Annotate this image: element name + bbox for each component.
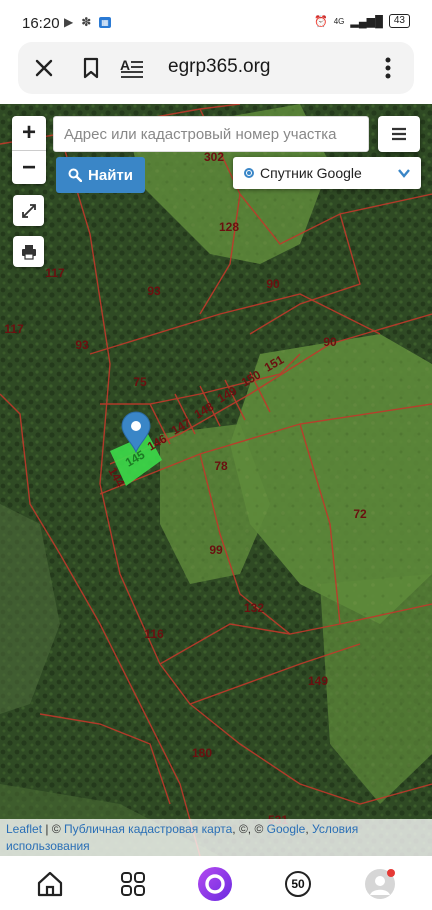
cadastral-map-link[interactable]: Публичная кадастровая карта	[64, 822, 232, 836]
parcel-label[interactable]: 90	[323, 335, 337, 349]
search-box	[53, 116, 369, 152]
alice-assistant-button[interactable]	[197, 866, 233, 902]
more-menu-icon[interactable]	[372, 52, 404, 84]
play-icon: ▶	[64, 15, 74, 29]
map-layer-select[interactable]: Спутник Google	[233, 157, 421, 189]
expand-icon	[21, 203, 36, 218]
parcel-label[interactable]: 99	[209, 543, 223, 557]
parcel-label[interactable]: 72	[353, 507, 367, 521]
tabs-count: 50	[285, 871, 311, 897]
parcel-label[interactable]: 128	[219, 220, 239, 234]
map-canvas[interactable]: 302 128 117 93 90 117 93 90 151 75 150 1…	[0, 104, 432, 856]
find-button-label: Найти	[88, 166, 133, 184]
layer-select-value: Спутник Google	[260, 165, 362, 181]
hamburger-menu-button[interactable]	[378, 116, 420, 152]
attribution-mid: , ©, ©	[232, 822, 267, 836]
grid-icon	[121, 872, 145, 896]
status-time: 16:20	[22, 15, 60, 32]
parcel-label[interactable]: 93	[75, 338, 89, 352]
avatar-icon	[365, 869, 395, 899]
svg-text:A: A	[120, 57, 130, 73]
status-bar: 16:20 ▶ ✽ ▦ ⏰ 4G ▂▄▆█ 43	[0, 0, 432, 44]
zoom-control: + −	[12, 116, 46, 184]
search-icon	[68, 168, 83, 182]
signal-icon: ▂▄▆█	[350, 15, 383, 28]
network-label: 4G	[333, 16, 345, 26]
google-link[interactable]: Google	[267, 822, 306, 836]
services-button[interactable]	[115, 866, 151, 902]
url-text[interactable]: egrp365.org	[168, 56, 270, 78]
parcel-label[interactable]: 117	[4, 322, 24, 336]
alarm-icon: ⏰	[313, 15, 328, 28]
search-input[interactable]	[54, 117, 368, 151]
reader-mode-icon[interactable]: A	[116, 52, 148, 84]
profile-button[interactable]	[362, 866, 398, 902]
parcel-label[interactable]: 302	[204, 150, 224, 164]
hamburger-icon	[392, 127, 406, 141]
browser-toolbar: A egrp365.org	[18, 42, 414, 94]
alice-icon	[198, 867, 232, 901]
parcel-label[interactable]: 180	[192, 746, 212, 760]
close-icon[interactable]	[28, 52, 60, 84]
zoom-out-button[interactable]: −	[12, 150, 46, 185]
parcel-label[interactable]: 75	[133, 375, 147, 389]
attribution-sep: | ©	[42, 822, 64, 836]
zoom-in-button[interactable]: +	[12, 116, 46, 150]
browser-bottom-nav: 50	[0, 856, 432, 910]
chevron-down-icon	[398, 169, 410, 178]
calendar-icon: ▦	[99, 16, 111, 28]
leaflet-link[interactable]: Leaflet	[6, 822, 42, 836]
parcel-label[interactable]: 78	[214, 459, 228, 473]
satellite-map[interactable]: 302 128 117 93 90 117 93 90 151 75 150 1…	[0, 104, 432, 856]
parcel-label[interactable]: 116	[144, 627, 164, 641]
tabs-button[interactable]: 50	[280, 866, 316, 902]
bookmark-icon[interactable]	[75, 52, 107, 84]
map-attribution: Leaflet | © Публичная кадастровая карта,…	[0, 819, 432, 856]
parcel-label[interactable]: 117	[45, 266, 65, 280]
home-icon	[37, 871, 63, 897]
home-button[interactable]	[32, 866, 68, 902]
app-icon: ✽	[81, 15, 92, 29]
fullscreen-button[interactable]	[13, 195, 44, 226]
parcel-label[interactable]: 93	[147, 284, 161, 298]
print-button[interactable]	[13, 236, 44, 267]
parcel-label[interactable]: 132	[244, 601, 264, 615]
parcel-label[interactable]: 90	[266, 277, 280, 291]
battery-indicator: 43	[388, 14, 410, 28]
printer-icon	[21, 244, 36, 260]
radio-icon	[244, 168, 254, 178]
find-button[interactable]: Найти	[56, 157, 145, 193]
parcel-label[interactable]: 149	[308, 674, 328, 688]
